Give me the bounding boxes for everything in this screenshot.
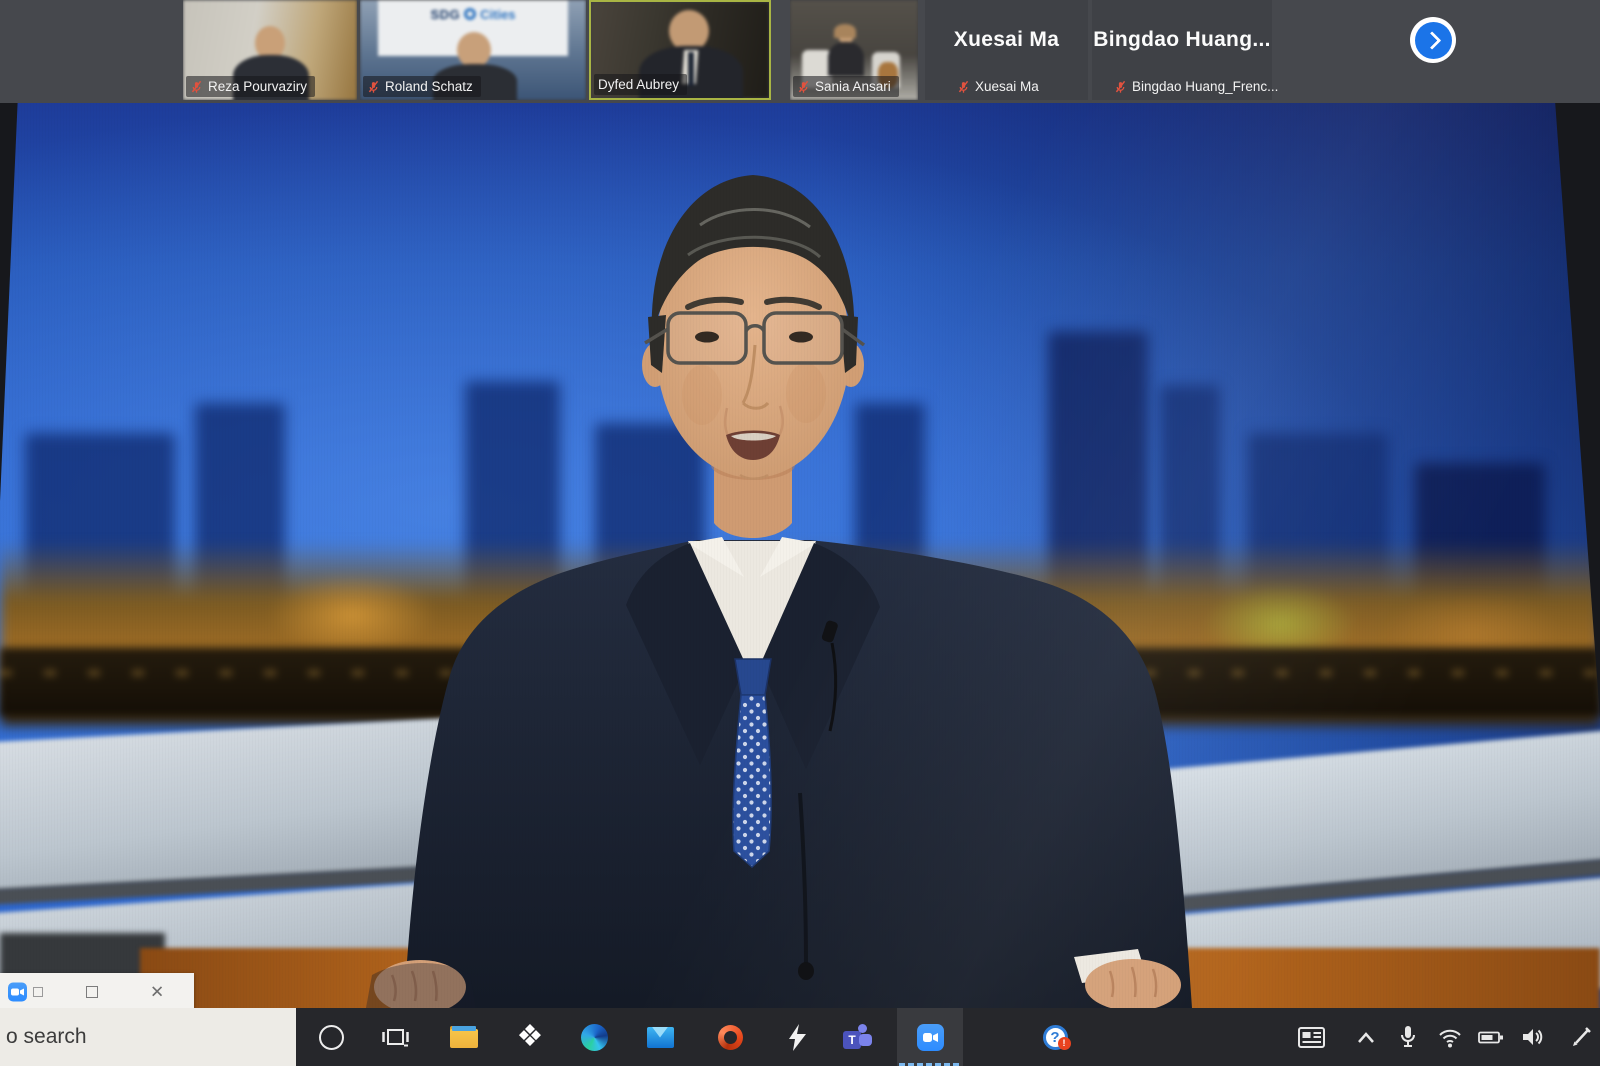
participant-thumbnail-dyfed[interactable]: Dyfed Aubrey	[589, 0, 771, 100]
mic-muted-icon	[191, 80, 202, 93]
microphone-icon	[1401, 1026, 1415, 1047]
maximize-icon[interactable]	[86, 985, 98, 998]
lightning-app-button[interactable]	[768, 1008, 826, 1066]
sdg-wheel-icon	[464, 8, 477, 20]
person-silhouette-body	[828, 42, 864, 76]
next-participants-button[interactable]	[1410, 17, 1456, 63]
taskbar-search-input[interactable]: o search	[0, 1008, 296, 1066]
participant-name-label: Bingdao Huang_Frenc...	[1110, 76, 1286, 97]
participant-display-name: Bingdao Huang...	[1093, 28, 1271, 51]
mic-muted-icon	[958, 80, 969, 93]
participant-name: Dyfed Aubrey	[598, 77, 680, 92]
edge-icon	[580, 1023, 608, 1051]
participant-name: Sania Ansari	[815, 79, 891, 94]
sdg-logo-text: SDG	[430, 7, 461, 22]
pen-tray-button[interactable]	[1562, 1008, 1600, 1066]
participant-display-name: Xuesai Ma	[953, 28, 1060, 51]
restore-icon[interactable]	[33, 986, 43, 997]
help-button[interactable]: ? !	[1026, 1008, 1084, 1066]
participant-name-label: Xuesai Ma	[953, 76, 1047, 97]
participant-tile-bingdao[interactable]: Bingdao Huang... Bingdao Huang_Frenc...	[1092, 0, 1278, 100]
participant-name-label: Reza Pourvaziry	[186, 76, 316, 97]
hair-silhouette	[834, 24, 856, 38]
cities-logo-text: Cities	[480, 7, 516, 22]
dropbox-button[interactable]: ❖	[501, 1008, 559, 1066]
microphone-tray-button[interactable]	[1386, 1008, 1430, 1066]
participant-name-label: Sania Ansari	[793, 76, 899, 97]
teams-icon: T	[843, 1023, 875, 1051]
video-camera-icon	[11, 988, 24, 995]
news-widget-button[interactable]	[1289, 1008, 1333, 1066]
cortana-icon	[318, 1024, 344, 1050]
lightning-icon	[788, 1023, 806, 1051]
person-silhouette-head	[457, 32, 491, 68]
battery-tray-button[interactable]	[1469, 1008, 1513, 1066]
tie-silhouette	[688, 52, 694, 86]
video-camera-icon	[922, 1032, 938, 1042]
main-speaker-video	[0, 103, 1600, 1008]
help-icon: ? !	[1042, 1024, 1071, 1050]
file-explorer-icon	[450, 1026, 478, 1048]
participant-name-label: Dyfed Aubrey	[594, 74, 688, 95]
task-view-icon	[381, 1029, 409, 1047]
dropbox-icon: ❖	[516, 1020, 544, 1053]
teams-button[interactable]: T	[830, 1008, 888, 1066]
participant-name: Bingdao Huang_Frenc...	[1132, 79, 1279, 94]
office-button[interactable]	[701, 1008, 759, 1066]
mail-icon	[646, 1026, 674, 1048]
mic-muted-icon	[368, 80, 379, 93]
volume-tray-button[interactable]	[1511, 1008, 1555, 1066]
wifi-icon	[1439, 1029, 1461, 1047]
participant-name: Xuesai Ma	[975, 79, 1039, 94]
wifi-tray-button[interactable]	[1428, 1008, 1472, 1066]
mic-muted-icon	[1115, 80, 1126, 93]
participant-thumbnail-reza[interactable]: Reza Pourvaziry	[183, 0, 357, 100]
participant-name-label: Roland Schatz	[363, 76, 481, 97]
task-view-button[interactable]	[366, 1008, 424, 1066]
main-speaker-figure	[366, 175, 1192, 1008]
search-placeholder-text: o search	[6, 1025, 87, 1048]
news-icon	[1297, 1026, 1325, 1048]
edge-button[interactable]	[565, 1008, 623, 1066]
participant-name: Roland Schatz	[385, 79, 473, 94]
zoom-icon	[916, 1023, 944, 1051]
participant-name: Reza Pourvaziry	[208, 79, 308, 94]
mail-button[interactable]	[631, 1008, 689, 1066]
participant-strip: Reza Pourvaziry SDG Cities Roland Schatz…	[0, 0, 1600, 103]
notification-badge: !	[1057, 1036, 1071, 1050]
show-hidden-icons-button[interactable]	[1344, 1008, 1388, 1066]
file-explorer-button[interactable]	[435, 1008, 493, 1066]
zoom-floating-titlebar[interactable]: ✕	[0, 973, 194, 1010]
zoom-meeting-screen: Reza Pourvaziry SDG Cities Roland Schatz…	[0, 0, 1600, 1066]
pen-icon	[1573, 1027, 1591, 1046]
chevron-up-icon	[1358, 1031, 1374, 1043]
zoom-app-icon	[8, 982, 27, 1001]
participant-tile-xuesai[interactable]: Xuesai Ma Xuesai Ma	[925, 0, 1088, 100]
chevron-right-icon	[1414, 21, 1452, 59]
mic-muted-icon	[798, 80, 809, 93]
cortana-button[interactable]	[302, 1008, 360, 1066]
battery-icon	[1478, 1031, 1503, 1043]
zoom-taskbar-button[interactable]	[901, 1008, 959, 1066]
participant-thumbnail-roland[interactable]: SDG Cities Roland Schatz	[360, 0, 586, 100]
volume-icon	[1523, 1029, 1543, 1045]
office-icon	[717, 1024, 743, 1050]
close-icon[interactable]: ✕	[150, 983, 164, 1000]
participant-thumbnail-sania[interactable]: Sania Ansari	[790, 0, 918, 100]
